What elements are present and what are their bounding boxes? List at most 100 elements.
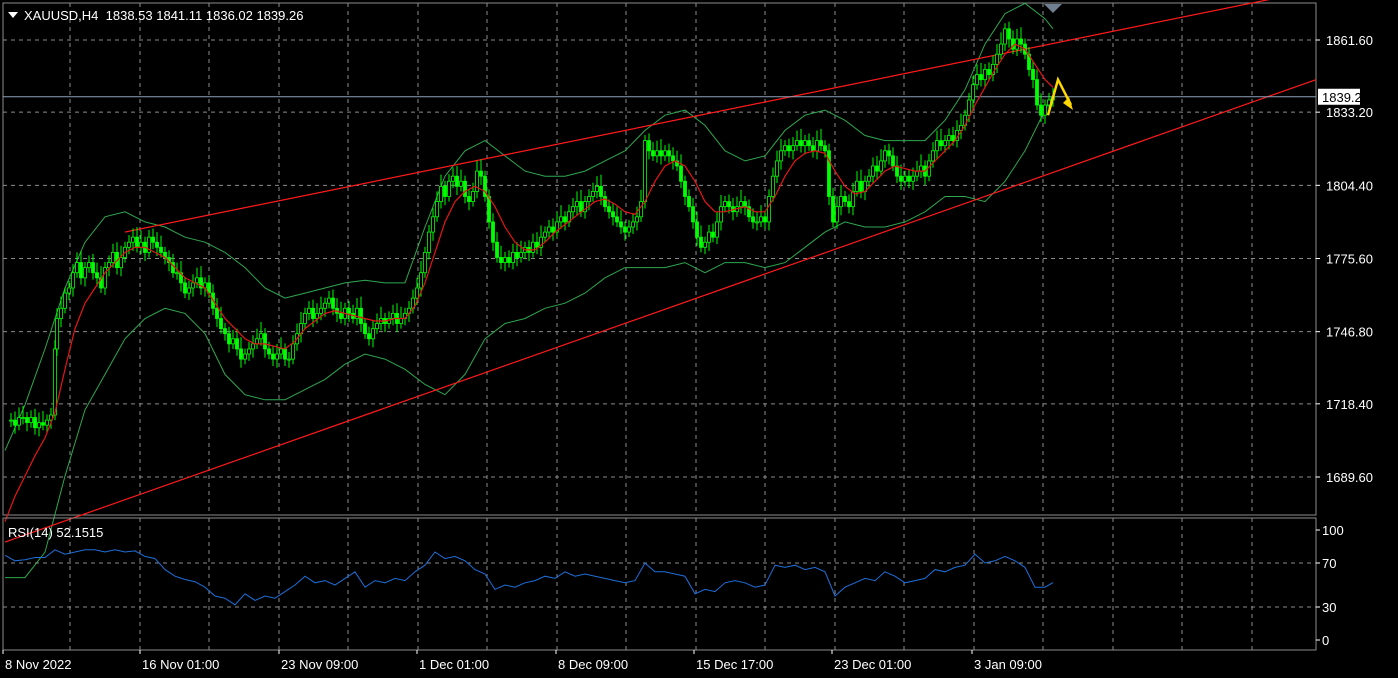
candle-body	[195, 277, 199, 284]
candle-body	[771, 175, 775, 197]
candle-body	[259, 333, 263, 340]
candle-body	[251, 343, 255, 350]
candle-body	[75, 262, 79, 274]
candle-body	[887, 150, 891, 157]
candle-body	[479, 170, 483, 177]
candle-body	[1019, 38, 1023, 45]
candle-body	[579, 201, 583, 213]
candle-body	[951, 135, 955, 142]
price-tick-label: 1861.60	[1326, 33, 1373, 48]
candle-body	[55, 318, 59, 350]
candle-body	[775, 160, 779, 177]
rsi-tick-label: 70	[1322, 556, 1336, 571]
candle-body	[935, 140, 939, 152]
time-tick-label: 23 Nov 09:00	[281, 657, 358, 672]
candle-body	[255, 338, 259, 345]
candle-body	[1035, 79, 1039, 106]
candle-body	[303, 312, 307, 324]
time-tick-label: 23 Dec 01:00	[834, 657, 911, 672]
candle-body	[17, 417, 21, 426]
candle-body	[643, 140, 647, 202]
candle-body	[655, 150, 659, 157]
candle-body	[535, 241, 539, 248]
symbol-info: XAUUSD,H4 1838.53 1841.11 1836.02 1839.2…	[24, 8, 303, 23]
candle-body	[603, 196, 607, 208]
candle-body	[531, 241, 535, 253]
candle-body	[291, 343, 295, 360]
candle-body	[495, 241, 499, 258]
candle-body	[435, 201, 439, 218]
candle-body	[623, 226, 627, 233]
candle-body	[471, 191, 475, 202]
price-tick-label: 1833.20	[1326, 105, 1373, 120]
candle-body	[127, 241, 131, 248]
candle-body	[187, 287, 191, 294]
candle-body	[547, 226, 551, 233]
candle-body	[111, 252, 115, 263]
candle-body	[263, 333, 267, 350]
candle-body	[175, 272, 179, 275]
candle-body	[1039, 104, 1043, 116]
candle-body	[239, 348, 243, 360]
candle-body	[787, 145, 791, 152]
candle-body	[695, 221, 699, 238]
candle-body	[591, 191, 595, 197]
candle-body	[323, 302, 327, 309]
candle-body	[423, 252, 427, 274]
price-tick-label: 1746.80	[1326, 325, 1373, 340]
candle-body	[871, 165, 875, 177]
candle-body	[499, 257, 503, 263]
candle-body	[751, 216, 755, 223]
candle-body	[635, 216, 639, 223]
candle-body	[1007, 28, 1011, 40]
candle-body	[447, 180, 451, 197]
candle-body	[939, 140, 943, 147]
candle-body	[691, 206, 695, 223]
candle-body	[491, 221, 495, 243]
candle-body	[551, 226, 555, 233]
candle-body	[275, 353, 279, 360]
candle-body	[967, 99, 971, 116]
candle-body	[647, 140, 651, 152]
candle-body	[563, 216, 567, 223]
time-tick-label: 8 Nov 2022	[5, 657, 72, 672]
candle-body	[151, 236, 155, 243]
candle-body	[799, 140, 803, 147]
candle-body	[683, 180, 687, 197]
candle-body	[45, 419, 49, 426]
time-tick-label: 3 Jan 09:00	[974, 657, 1042, 672]
candle-body	[931, 150, 935, 162]
chart-root: XAUUSD,H4 1838.53 1841.11 1836.02 1839.2…	[0, 0, 1398, 678]
candle-body	[459, 180, 463, 187]
candle-body	[707, 231, 711, 243]
candle-body	[759, 216, 763, 223]
candle-body	[679, 165, 683, 182]
candle-body	[359, 307, 363, 324]
candle-body	[663, 150, 667, 157]
time-tick-label: 15 Dec 17:00	[696, 657, 773, 672]
candle-body	[619, 221, 623, 228]
candle-body	[519, 252, 523, 258]
candle-body	[375, 323, 379, 330]
candle-body	[855, 180, 859, 192]
candle-body	[875, 165, 879, 172]
candle-body	[371, 328, 375, 340]
candle-body	[63, 292, 67, 309]
candle-body	[53, 348, 57, 416]
candle-body	[13, 419, 17, 426]
candle-body	[37, 422, 41, 429]
candle-body	[803, 140, 807, 147]
candle-body	[247, 348, 251, 355]
candle-body	[699, 236, 703, 248]
candle-body	[903, 175, 907, 182]
candle-body	[515, 252, 519, 258]
price-tick-label: 1689.60	[1326, 470, 1373, 485]
candle-body	[467, 196, 471, 202]
candle-body	[599, 185, 603, 197]
candle-body	[971, 84, 975, 101]
candle-body	[283, 348, 287, 360]
candle-body	[667, 150, 671, 157]
candle-body	[719, 206, 723, 223]
candle-body	[1031, 69, 1035, 81]
candle-body	[183, 282, 187, 294]
